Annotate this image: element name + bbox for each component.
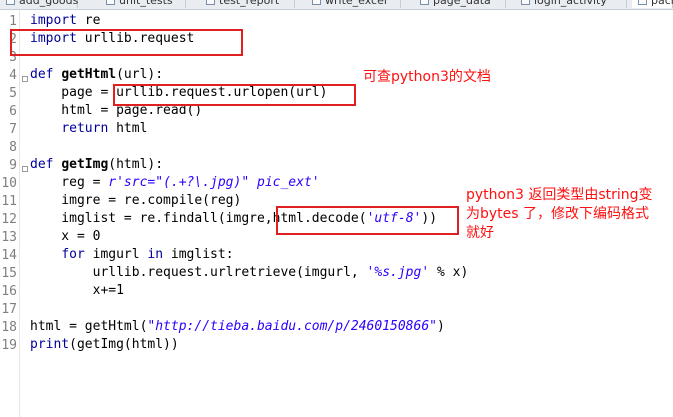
code-line-11[interactable]: imgre = re.compile(reg) (30, 192, 241, 210)
line-number: 12 (1, 212, 17, 227)
python-file-icon (6, 0, 15, 5)
line-number: 15 (1, 266, 17, 281)
tab-write-excel[interactable]: write_excel (306, 0, 401, 8)
fold-toggle-icon[interactable] (22, 76, 28, 82)
line-number: 14 (1, 248, 17, 263)
line-number: 5 (9, 86, 17, 101)
code-line-10[interactable]: reg = r'src="(.+?\.jpg)" pic_ext' (30, 174, 319, 192)
line-number: 18 (1, 320, 17, 335)
line-number: 11 (1, 194, 17, 209)
highlight-box-decode (276, 206, 459, 235)
tab-unit-tests[interactable]: unit_tests (100, 0, 186, 8)
line-number: 4 (9, 68, 17, 83)
annotation-note-line-1: python3 返回类型由string变 (466, 187, 653, 203)
fold-toggle-icon[interactable] (22, 166, 28, 172)
code-line-16[interactable]: x+=1 (30, 282, 124, 300)
code-line-7[interactable]: return html (30, 120, 147, 138)
code-line-18[interactable]: html = getHtml("http://tieba.baidu.com/p… (30, 318, 445, 336)
line-number: 16 (1, 284, 17, 299)
code-line-15[interactable]: urllib.request.urlretrieve(imgurl, '%s.j… (30, 264, 469, 282)
code-line-14[interactable]: for imgurl in imglist: (30, 246, 233, 264)
tab-add-goods[interactable]: add_goods (0, 0, 78, 8)
tab-login-activity[interactable]: login_activity (515, 0, 627, 8)
line-number: 7 (9, 122, 17, 137)
line-number: 17 (1, 302, 17, 317)
python-file-icon (206, 0, 215, 5)
line-number: 6 (9, 104, 17, 119)
code-line-4[interactable]: def getHtml(url): (30, 66, 163, 84)
line-number: 9 (9, 158, 17, 173)
line-number: 10 (1, 176, 17, 191)
tab-page-data[interactable]: page_data (414, 0, 506, 8)
highlight-box-urlopen (113, 84, 356, 106)
python-file-icon (420, 0, 429, 5)
annotation-note-line-2: 为bytes 了，修改下编码格式 (466, 206, 650, 222)
code-line-19[interactable]: print(getImg(html)) (30, 336, 179, 354)
python-file-icon (106, 0, 115, 5)
line-number: 19 (1, 338, 17, 353)
code-line-9[interactable]: def getImg(html): (30, 156, 163, 174)
annotation-note-docs: 可查python3的文档 (363, 69, 491, 85)
editor-tab-bar: add_goods unit_tests test_report write_e… (0, 0, 673, 10)
code-line-1[interactable]: import re (30, 12, 100, 30)
line-number: 8 (9, 140, 17, 155)
line-number: 13 (1, 230, 17, 245)
python-file-icon (638, 0, 647, 5)
python-file-icon (521, 0, 530, 5)
line-number-gutter: 1 2 3 4 5 6 7 8 9 10 11 12 13 14 15 16 1… (0, 10, 20, 417)
highlight-box-import (10, 29, 243, 56)
tab-test-report[interactable]: test_report (200, 0, 295, 8)
code-line-13[interactable]: x = 0 (30, 228, 100, 246)
annotation-note-line-3: 就好 (466, 225, 494, 241)
python-file-icon (312, 0, 321, 5)
tab-pach[interactable]: pach (632, 0, 673, 8)
